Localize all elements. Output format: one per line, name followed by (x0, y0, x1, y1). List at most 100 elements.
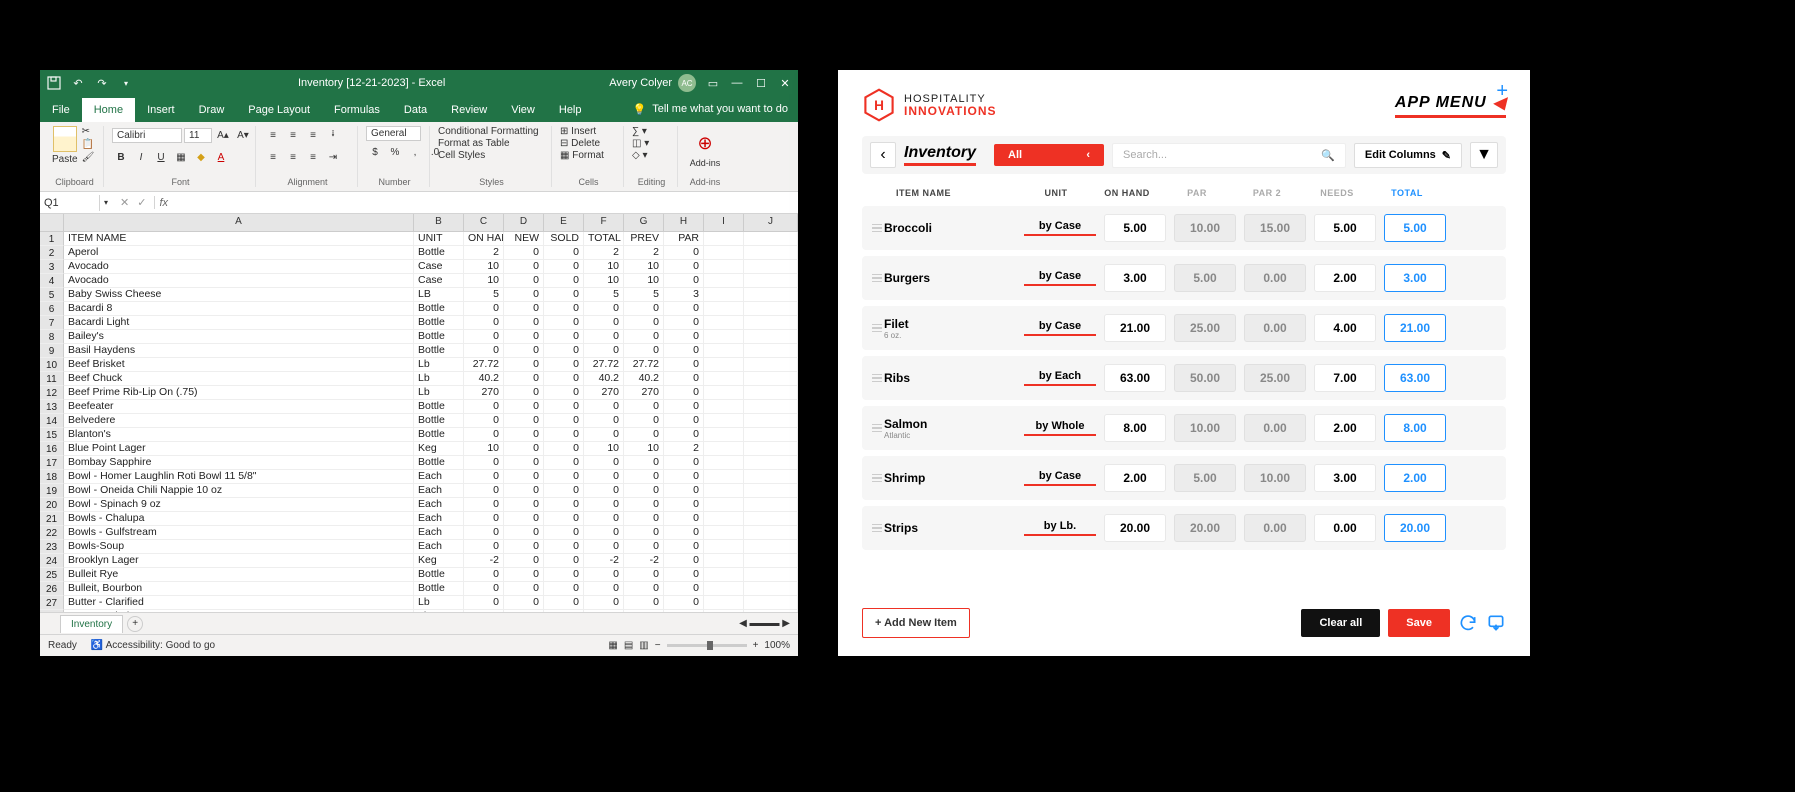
view-page-icon[interactable]: ▤ (624, 640, 633, 651)
cell[interactable]: 0 (464, 400, 504, 414)
table-row[interactable]: 26Bulleit, BourbonBottle000000 (40, 582, 798, 596)
cell[interactable] (704, 344, 744, 358)
cond-format-button[interactable]: Conditional Formatting (438, 126, 539, 137)
cell[interactable]: 0 (504, 288, 544, 302)
cell[interactable]: 0 (664, 386, 704, 400)
table-row[interactable]: 19Bowl - Oneida Chili Nappie 10 ozEach00… (40, 484, 798, 498)
cell[interactable]: ITEM NAME (64, 232, 414, 246)
cell[interactable] (744, 414, 798, 428)
unit-selector[interactable]: by Whole (1024, 420, 1096, 436)
cell[interactable] (704, 442, 744, 456)
cell[interactable]: 0 (464, 470, 504, 484)
table-row[interactable]: 21Bowls - ChalupaEach000000 (40, 512, 798, 526)
tab-view[interactable]: View (499, 98, 547, 122)
cell[interactable]: 0 (464, 610, 504, 612)
cell[interactable] (744, 330, 798, 344)
cell[interactable]: 0 (584, 512, 624, 526)
spreadsheet-grid[interactable]: A B C D E F G H I J 1ITEM NAMEUNITON HAN… (40, 214, 798, 612)
cell[interactable]: 0 (544, 470, 584, 484)
cell[interactable]: 0 (504, 358, 544, 372)
edit-columns-button[interactable]: Edit Columns ✎ (1354, 143, 1462, 168)
tab-insert[interactable]: Insert (135, 98, 187, 122)
cell[interactable]: 270 (464, 386, 504, 400)
cell[interactable]: Blanton's (64, 428, 414, 442)
cell[interactable]: 0 (624, 400, 664, 414)
cell[interactable]: Avocado (64, 260, 414, 274)
cell[interactable]: SOLD (544, 232, 584, 246)
cell[interactable]: Bowl - Oneida Chili Nappie 10 oz (64, 484, 414, 498)
cell[interactable]: 5 (624, 288, 664, 302)
cell[interactable]: 0 (464, 428, 504, 442)
cell[interactable]: Lb (414, 386, 464, 400)
cell[interactable]: 0 (504, 386, 544, 400)
cell[interactable] (704, 232, 744, 246)
cell[interactable]: 0 (664, 554, 704, 568)
cell[interactable] (744, 470, 798, 484)
add-sheet-icon[interactable]: + (127, 616, 143, 632)
cell[interactable] (704, 372, 744, 386)
table-row[interactable]: 6Bacardi 8Bottle000000 (40, 302, 798, 316)
cell[interactable]: 0 (584, 400, 624, 414)
format-table-button[interactable]: Format as Table (438, 138, 510, 149)
table-row[interactable]: 15Blanton'sBottle000000 (40, 428, 798, 442)
cell[interactable] (704, 288, 744, 302)
cell[interactable]: 0 (624, 610, 664, 612)
tell-me[interactable]: 💡 Tell me what you want to do (633, 96, 798, 122)
name-box[interactable]: Q1 (40, 195, 100, 211)
cell[interactable]: 270 (584, 386, 624, 400)
cell[interactable]: 0 (504, 610, 544, 612)
copy-icon[interactable]: 📋 (82, 139, 95, 150)
close-icon[interactable]: ✕ (778, 76, 792, 90)
cell[interactable]: Bailey's (64, 330, 414, 344)
cell[interactable]: 10 (584, 274, 624, 288)
cell[interactable] (744, 596, 798, 610)
cell[interactable]: Belvedere (64, 414, 414, 428)
cell[interactable]: 0 (464, 414, 504, 428)
cell[interactable] (744, 568, 798, 582)
align-left-icon[interactable]: ≡ (264, 148, 282, 166)
cell[interactable]: UNIT (414, 232, 464, 246)
cell[interactable]: 0 (664, 456, 704, 470)
zoom-slider[interactable] (667, 644, 747, 647)
col-header[interactable]: H (664, 214, 704, 231)
cell[interactable]: 10 (464, 442, 504, 456)
row-header[interactable]: 25 (40, 568, 64, 582)
cell[interactable]: 0 (464, 540, 504, 554)
cell[interactable]: 0 (504, 428, 544, 442)
cell[interactable]: 0 (504, 582, 544, 596)
grow-font-icon[interactable]: A▴ (214, 126, 232, 144)
font-color-icon[interactable]: A (212, 148, 230, 166)
cell[interactable]: 10 (624, 442, 664, 456)
cut-icon[interactable]: ✂ (82, 126, 95, 137)
cell[interactable]: 0 (504, 302, 544, 316)
cell[interactable]: 0 (664, 568, 704, 582)
cell[interactable]: Each (414, 470, 464, 484)
onhand-input[interactable]: 63.00 (1104, 364, 1166, 392)
cell[interactable]: 0 (544, 414, 584, 428)
cell[interactable]: 0 (584, 596, 624, 610)
table-row[interactable]: 17Bombay SapphireBottle000000 (40, 456, 798, 470)
row-header[interactable]: 2 (40, 246, 64, 260)
table-row[interactable]: 14BelvedereBottle000000 (40, 414, 798, 428)
cell[interactable] (704, 386, 744, 400)
orientation-icon[interactable]: ⭭ (324, 126, 342, 144)
cell[interactable]: Bottle (414, 414, 464, 428)
cell[interactable]: 0 (544, 386, 584, 400)
indent-icon[interactable]: ⇥ (324, 148, 342, 166)
cell[interactable]: 3 (664, 288, 704, 302)
cell[interactable] (704, 414, 744, 428)
filter-button[interactable]: ▼ (1470, 142, 1498, 168)
cell[interactable]: 0 (464, 316, 504, 330)
table-row[interactable]: 18Bowl - Homer Laughlin Roti Bowl 11 5/8… (40, 470, 798, 484)
cell[interactable]: 0 (664, 512, 704, 526)
cell[interactable]: Bottle (414, 428, 464, 442)
cell[interactable]: Keg (414, 442, 464, 456)
col-header[interactable]: D (504, 214, 544, 231)
add-icon[interactable]: + (1496, 80, 1508, 103)
row-header[interactable]: 4 (40, 274, 64, 288)
zoom-in-icon[interactable]: + (753, 640, 759, 651)
bold-icon[interactable]: B (112, 148, 130, 166)
cell[interactable]: 0 (544, 260, 584, 274)
cell[interactable] (744, 316, 798, 330)
clear-icon[interactable]: ◇ ▾ (632, 150, 648, 161)
